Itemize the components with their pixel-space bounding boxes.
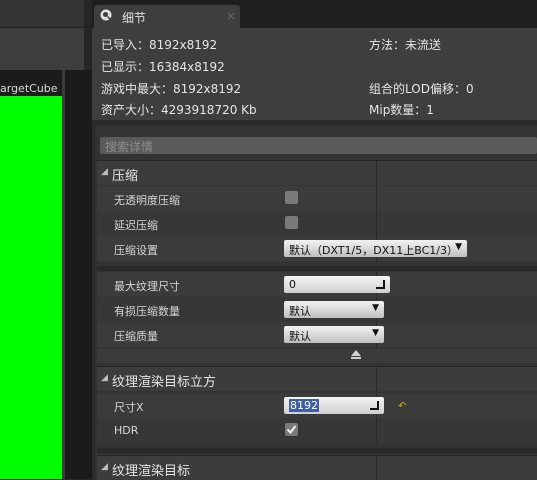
no-alpha-checkbox[interactable] [285, 191, 298, 204]
category-compression[interactable]: ◢ 压缩 [97, 160, 537, 185]
property-row: HDR [97, 418, 537, 443]
hdr-checkbox[interactable] [285, 423, 298, 436]
property-label: 压缩设置 [114, 244, 158, 257]
preview-label: argetCube [0, 82, 60, 96]
property-label: 最大纹理尺寸 [114, 280, 180, 293]
texture-preview [0, 96, 62, 479]
info-displayed: 已显示：16384x8192 [101, 60, 225, 74]
info-imported: 已导入：8192x8192 [101, 38, 218, 52]
size-x-field[interactable]: 8192 [284, 397, 384, 414]
drag-handle-icon[interactable] [376, 280, 385, 289]
info-max-in-game: 游戏中最大：8192x8192 [101, 82, 242, 96]
compression-quality-dropdown[interactable]: 默认 ▼ [284, 326, 384, 343]
category-render-target-cube[interactable]: ◢ 纹理渲染目标立方 [97, 366, 537, 391]
collapse-arrow-icon[interactable]: ◢ [101, 167, 108, 177]
search-placeholder: 搜索详情 [105, 140, 154, 154]
section-separator [97, 266, 537, 271]
property-row: 延迟压缩 [97, 211, 537, 236]
column-divider[interactable] [376, 186, 377, 211]
reset-to-default-icon[interactable]: ↶ [398, 401, 406, 412]
viewport-edge [62, 70, 65, 479]
property-row: 无透明度压缩 [97, 186, 537, 211]
column-divider[interactable] [376, 456, 377, 480]
column-divider[interactable] [376, 367, 377, 391]
dropdown-value: 默认（DXT1/5，DX11上BC1/3） [289, 244, 458, 257]
property-label: HDR [114, 424, 139, 437]
category-title: 纹理渲染目标立方 [112, 375, 217, 390]
left-toolbar-strip [0, 0, 84, 28]
lossy-compression-dropdown[interactable]: 默认 ▼ [284, 301, 384, 318]
property-row: 压缩质量 默认 ▼ [97, 322, 537, 347]
left-splitter[interactable] [84, 0, 92, 70]
dropdown-value: 默认 [289, 330, 311, 343]
category-title: 纹理渲染目标 [112, 464, 191, 479]
chevron-down-icon: ▼ [455, 242, 462, 252]
advanced-toggle[interactable] [97, 349, 537, 363]
column-divider[interactable] [376, 161, 377, 185]
property-row: 压缩设置 默认（DXT1/5，DX11上BC1/3） ▼ [97, 236, 537, 261]
drag-handle-icon[interactable] [370, 401, 379, 410]
property-label: 压缩质量 [114, 330, 158, 343]
info-lod-bias: 组合的LOD偏移：0 [369, 82, 474, 96]
tab-title: 细节 [122, 11, 147, 25]
collapse-arrow-icon[interactable]: ◢ [101, 373, 108, 383]
collapse-advanced-icon-base [351, 357, 361, 359]
collapse-advanced-icon[interactable] [351, 350, 361, 356]
property-label: 有损压缩数量 [114, 305, 180, 318]
chevron-down-icon: ▼ [372, 328, 379, 338]
section-separator [97, 448, 537, 453]
field-value: 0 [289, 278, 296, 291]
close-icon[interactable]: × [226, 9, 236, 23]
property-label: 无透明度压缩 [114, 194, 180, 207]
texture-info: 已导入：8192x8192 已显示：16384x8192 游戏中最大：8192x… [92, 28, 537, 120]
property-label: 延迟压缩 [114, 219, 158, 232]
property-row: 有损压缩数量 默认 ▼ [97, 297, 537, 322]
column-divider[interactable] [376, 418, 377, 443]
info-mip-count: Mip数量：1 [369, 103, 434, 117]
max-texture-size-field[interactable]: 0 [284, 276, 390, 293]
left-toolbar-area [0, 0, 85, 70]
compression-settings-dropdown[interactable]: 默认（DXT1/5，DX11上BC1/3） ▼ [284, 240, 467, 257]
checkmark-icon [286, 425, 297, 435]
collapse-arrow-icon[interactable]: ◢ [101, 462, 108, 472]
chevron-down-icon: ▼ [372, 303, 379, 313]
field-value: 8192 [289, 399, 319, 412]
category-title: 压缩 [112, 169, 139, 184]
search-input[interactable]: 搜索详情 [100, 137, 537, 154]
tab-details[interactable]: 细节 × [94, 5, 240, 28]
info-resource-size: 资产大小：4293918720 Kb [101, 103, 257, 117]
property-row: 最大纹理尺寸 0 [97, 272, 537, 297]
column-divider[interactable] [376, 211, 377, 236]
category-render-target[interactable]: ◢ 纹理渲染目标 [97, 455, 537, 480]
dropdown-value: 默认 [289, 305, 311, 318]
info-method: 方法：未流送 [369, 38, 442, 52]
property-label: 尺寸X [114, 401, 144, 414]
defer-compression-checkbox[interactable] [285, 216, 298, 229]
details-search-icon [100, 9, 112, 21]
property-row: 尺寸X 8192 ↶ [97, 393, 537, 418]
